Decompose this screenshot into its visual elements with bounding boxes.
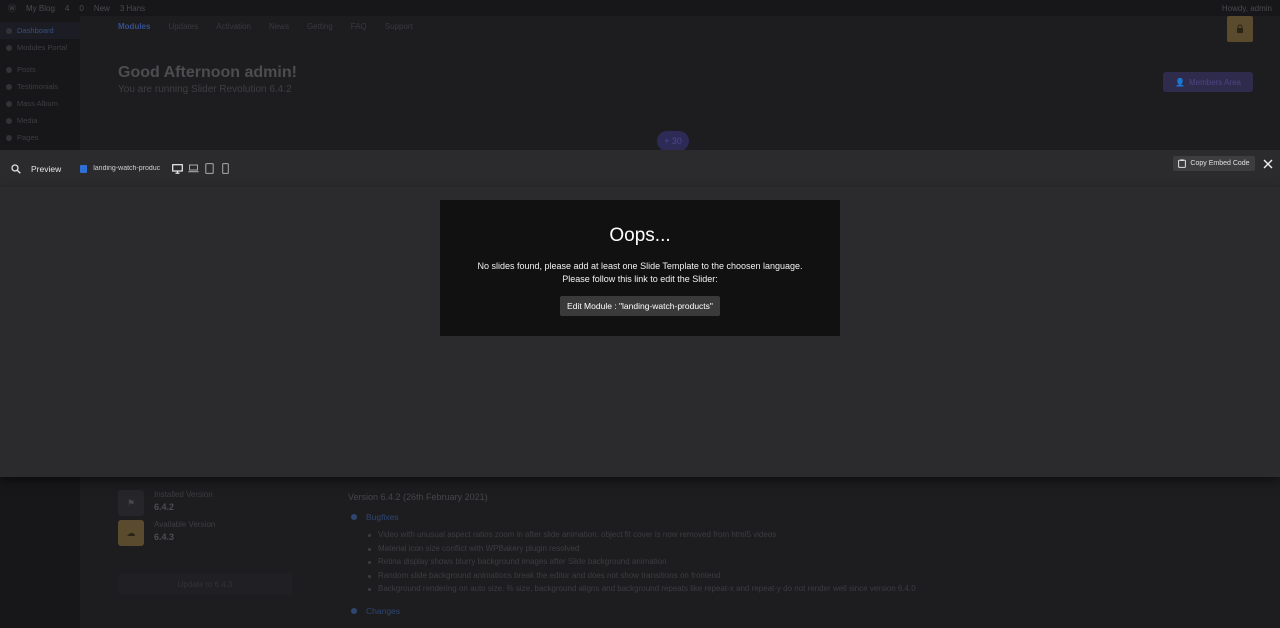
list-item: Retina display shows blurry background i…	[368, 557, 948, 571]
pages-icon	[6, 134, 12, 141]
sidebar-item-dashboard[interactable]: Dashboard	[0, 22, 80, 39]
list-item: Random slide background animations break…	[368, 571, 948, 585]
sidebar-item-modules-portal[interactable]: Modules Portal	[0, 39, 80, 56]
plugin-menu[interactable]: 3 Hans	[120, 4, 145, 13]
tab-news[interactable]: News	[269, 22, 289, 31]
search-icon	[10, 163, 22, 175]
sidebar-item-label: Modules Portal	[17, 43, 68, 52]
laptop-icon[interactable]	[188, 163, 199, 174]
changelog: Version 6.4.2 (26th February 2021) Bugfi…	[348, 492, 948, 624]
sidebar-item-pages[interactable]: Pages	[0, 129, 80, 146]
list-item: Background rendering on auto size. % siz…	[368, 584, 948, 598]
page-title: Good Afternoon admin!	[118, 64, 297, 81]
sidebar-item-label: Pages	[17, 133, 39, 142]
module-icon	[80, 164, 88, 173]
comments-count[interactable]: 4	[65, 4, 69, 13]
error-title: Oops...	[609, 225, 671, 246]
preview-toolbar: Preview landing-watch-products	[0, 150, 1280, 187]
module-name: landing-watch-products	[93, 165, 161, 172]
installed-version-value: 6.4.2	[154, 502, 175, 512]
tab-getting[interactable]: Getting	[307, 22, 333, 31]
desktop-icon[interactable]	[172, 163, 184, 174]
installed-version-label: Installed Version	[154, 490, 213, 499]
sidebar-item-posts[interactable]: Posts	[0, 61, 80, 78]
installed-version-row: ⚑ Installed Version 6.4.2	[118, 490, 215, 520]
sidebar-item-label: Posts	[17, 65, 36, 74]
preview-title: Preview	[31, 163, 62, 174]
user-icon: 👤	[1175, 77, 1185, 87]
bugfix-list: Video with unusual aspect ratios zoom in…	[348, 530, 948, 598]
dashboard-icon	[6, 27, 12, 34]
sidebar-item-label: Dashboard	[17, 26, 54, 35]
list-item: Material icon size conflict with WPBaker…	[368, 544, 948, 558]
tab-modules[interactable]: Modules	[118, 22, 150, 31]
changelog-title: Version 6.4.2 (26th February 2021)	[348, 492, 488, 502]
new-menu[interactable]: New	[94, 4, 110, 13]
flag-icon: ⚑	[118, 490, 144, 516]
lock-icon	[1237, 24, 1243, 33]
copy-embed-label: Copy Embed Code	[1190, 160, 1250, 167]
avatar[interactable]	[1227, 16, 1253, 42]
version-subtitle: You are running Slider Revolution 6.4.2	[118, 84, 292, 95]
module-tabs: Modules Updates Activation News Getting …	[118, 22, 413, 31]
close-icon	[1263, 159, 1272, 168]
changes-heading: Changes	[351, 606, 948, 616]
posts-icon	[6, 66, 12, 73]
copy-embed-code-button[interactable]: Copy Embed Code	[1173, 156, 1255, 171]
album-icon	[6, 100, 12, 107]
site-name[interactable]: My Blog	[26, 4, 55, 13]
tab-support[interactable]: Support	[385, 22, 413, 31]
wordpress-icon[interactable]: Ⓦ	[8, 3, 16, 14]
admin-bar: Ⓦ My Blog 4 0 New 3 Hans Howdy, admin	[0, 0, 1280, 16]
tab-faq[interactable]: FAQ	[351, 22, 367, 31]
device-switcher	[172, 163, 231, 174]
update-button[interactable]: Update to 6.4.3	[118, 573, 292, 595]
sidebar-item-label: Media	[17, 116, 38, 125]
module-selector[interactable]: landing-watch-products	[80, 164, 161, 173]
sidebar-item-testimonials[interactable]: Testimonials	[0, 78, 80, 95]
available-version-label: Available Version	[154, 520, 216, 529]
close-preview-button[interactable]	[1261, 157, 1274, 170]
cloud-download-icon: ☁	[118, 520, 144, 546]
user-greeting[interactable]: Howdy, admin	[1222, 4, 1272, 13]
count-badge: + 30	[657, 131, 689, 151]
clipboard-icon	[1178, 159, 1187, 168]
members-area-button[interactable]: 👤 Members Area	[1163, 72, 1253, 92]
sidebar-item-mass-album[interactable]: Mass Album	[0, 95, 80, 112]
list-item: Video with unusual aspect ratios zoom in…	[368, 530, 948, 544]
tablet-icon[interactable]	[204, 163, 215, 174]
available-version-value: 6.4.3	[154, 532, 175, 542]
testimonials-icon	[6, 83, 12, 90]
sidebar-item-media[interactable]: Media	[0, 112, 80, 129]
sidebar-item-label: Testimonials	[17, 82, 59, 91]
updates-count[interactable]: 0	[79, 4, 83, 13]
version-panel: ⚑ Installed Version 6.4.2 ☁ Available Ve…	[118, 490, 215, 550]
error-line-2: Please follow this link to edit the Slid…	[562, 273, 718, 284]
available-version-row: ☁ Available Version 6.4.3	[118, 520, 215, 550]
bugfixes-heading: Bugfixes	[351, 512, 948, 522]
edit-module-button[interactable]: Edit Module : "landing-watch-products"	[560, 296, 720, 316]
sidebar-item-label: Mass Album	[17, 99, 58, 108]
media-icon	[6, 117, 12, 124]
members-area-label: Members Area	[1188, 77, 1241, 87]
error-line-1: No slides found, please add at least one…	[477, 261, 803, 271]
tab-updates[interactable]: Updates	[168, 22, 198, 31]
error-message-box: Oops... No slides found, please add at l…	[440, 200, 840, 336]
tab-activation[interactable]: Activation	[216, 22, 251, 31]
error-message: No slides found, please add at least one…	[440, 260, 840, 285]
portal-icon	[6, 44, 12, 51]
mobile-icon[interactable]	[220, 163, 231, 174]
